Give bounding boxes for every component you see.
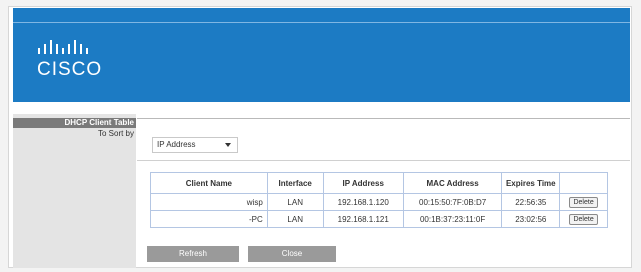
cell-action: Delete — [559, 193, 608, 211]
close-button[interactable]: Close — [248, 246, 336, 262]
section-title: DHCP Client Table — [64, 118, 135, 127]
cell-interface: LAN — [266, 193, 324, 211]
col-mac-address: MAC Address — [402, 172, 503, 194]
cell-expires-time: 22:56:35 — [501, 193, 561, 211]
table-header-row: Client Name Interface IP Address MAC Add… — [150, 172, 608, 194]
sort-by-label: To Sort by — [97, 129, 134, 138]
cell-client-name: -PC — [150, 210, 268, 228]
col-client-name: Client Name — [150, 172, 268, 194]
cisco-logo: CISCO — [37, 40, 102, 81]
cell-ip-address: 192.168.1.120 — [322, 193, 404, 211]
banner-rule — [13, 22, 630, 23]
section-rule — [137, 118, 630, 119]
cell-interface: LAN — [266, 210, 324, 228]
col-action — [559, 172, 608, 194]
header-banner: CISCO — [13, 8, 630, 102]
cell-expires-time: 23:02:56 — [501, 210, 561, 228]
cell-mac-address: 00:15:50:7F:0B:D7 — [402, 193, 503, 211]
dropdown-arrow-icon — [225, 143, 231, 147]
sort-by-select[interactable]: IP Address — [152, 137, 238, 153]
col-interface: Interface — [266, 172, 324, 194]
table-row: -PC LAN 192.168.1.121 00:1B:37:23:11:0F … — [150, 210, 608, 228]
sort-by-value: IP Address — [157, 140, 196, 149]
cell-action: Delete — [559, 210, 608, 228]
refresh-button[interactable]: Refresh — [147, 246, 239, 262]
logo-wordmark: CISCO — [37, 59, 103, 80]
dhcp-client-table: Client Name Interface IP Address MAC Add… — [150, 172, 608, 228]
table-row: wisp LAN 192.168.1.120 00:15:50:7F:0B:D7… — [150, 193, 608, 211]
delete-button[interactable]: Delete — [569, 196, 598, 208]
cell-mac-address: 00:1B:37:23:11:0F — [402, 210, 503, 228]
col-expires-time: Expires Time — [501, 172, 561, 194]
cell-ip-address: 192.168.1.121 — [322, 210, 404, 228]
section-header: DHCP Client Table — [13, 118, 136, 128]
delete-button[interactable]: Delete — [569, 213, 598, 225]
divider — [137, 160, 630, 161]
col-ip-address: IP Address — [322, 172, 404, 194]
cisco-bars-icon — [38, 40, 88, 54]
cell-client-name: wisp — [150, 193, 268, 211]
